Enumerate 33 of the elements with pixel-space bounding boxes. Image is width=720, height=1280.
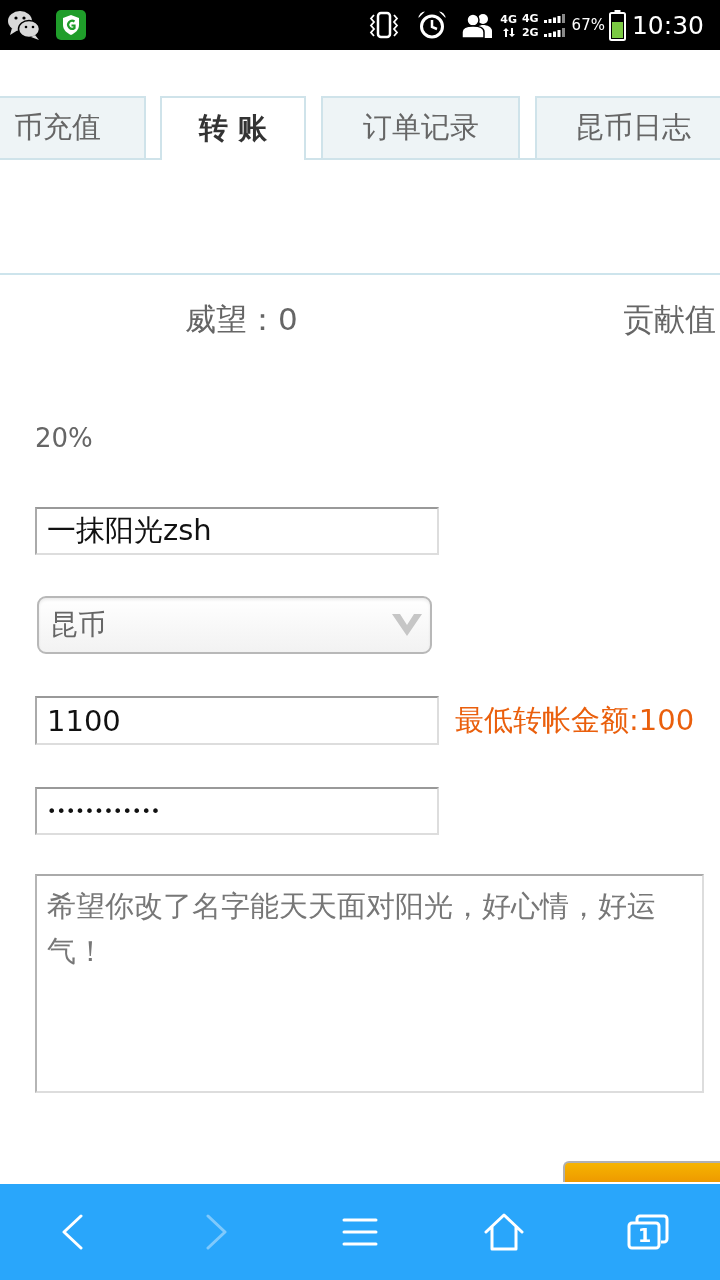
data-arrows-icon [502,27,515,37]
menu-icon[interactable] [342,1218,378,1246]
people-icon [462,12,493,38]
stat-text: 威望：0 [185,300,298,339]
signal-bars-icon [543,13,566,23]
minimum-amount-hint: 最低转帐金额:100 [455,701,695,739]
tab[interactable]: 订单记录 [321,96,520,158]
network-type-label: 2G [521,26,539,38]
network-type-label: 4G [500,13,517,25]
tab[interactable]: 转 账 [160,96,306,160]
home-icon[interactable] [484,1213,524,1251]
message-field[interactable]: 希望你改了名字能天天面对阳光，好心情，好运气！ [35,874,704,1093]
recipient-field[interactable]: 一抹阳光zsh [35,507,439,555]
battery-icon [608,9,626,41]
tab-count: 1 [638,1225,650,1246]
back-icon[interactable] [60,1214,84,1250]
stat-text: 贡献值 [623,300,716,339]
percentage-text: 20% [35,423,93,453]
network-type-label: 4G [521,12,539,24]
battery-percent: 67% [571,16,605,34]
amount-field[interactable]: 1100 [35,696,439,745]
password-field[interactable]: •••••••••••• [35,787,439,835]
tab[interactable]: 币充值 [0,96,146,158]
signal-bars-icon [543,27,566,37]
vibrate-icon [369,10,400,40]
chevron-down-icon [392,614,422,636]
chat-bubbles-icon [7,10,41,40]
tabs-icon[interactable] [627,1214,669,1250]
clock-time: 10:30 [631,10,704,40]
tab[interactable]: 昆币日志 [535,96,720,158]
currency-select[interactable]: 昆币 [37,596,432,654]
shield-icon [56,10,86,40]
alarm-clock-icon [417,10,448,40]
